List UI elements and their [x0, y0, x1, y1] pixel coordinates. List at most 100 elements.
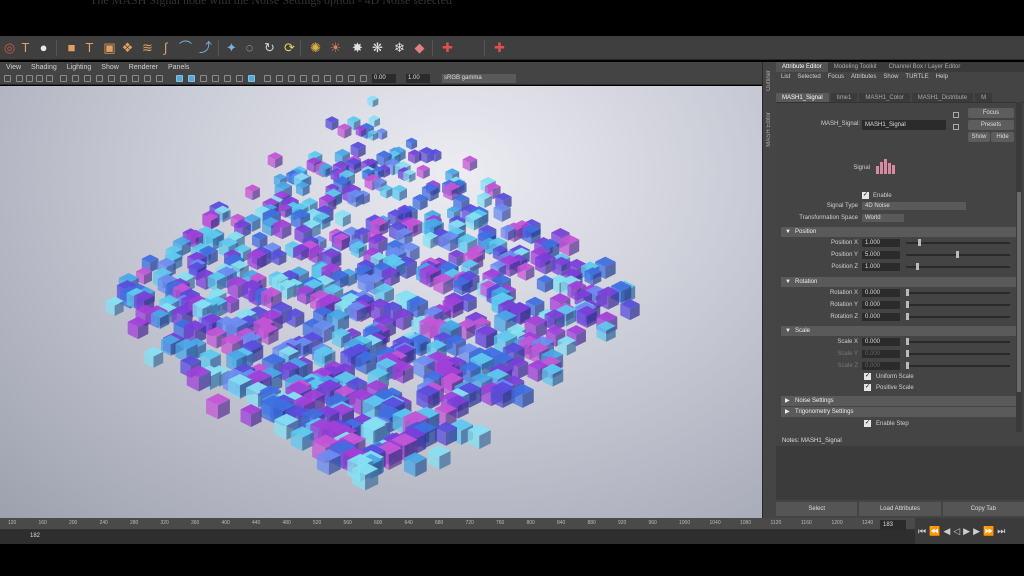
attr-field[interactable]: 0.000 — [862, 289, 900, 297]
attr-slider[interactable] — [906, 292, 1010, 294]
timeline-ruler[interactable]: 120 160 200 240 280 320 360 400 440 480 520 560 600 6… — [0, 518, 915, 530]
viewport-tool-icon[interactable] — [264, 75, 271, 82]
tool-icon[interactable]: ✦ — [224, 40, 239, 55]
viewport-tool-icon[interactable] — [312, 75, 319, 82]
slider-handle[interactable] — [918, 239, 922, 246]
rotation-section[interactable]: ▼ Rotation — [781, 277, 1016, 287]
step-back-icon[interactable]: ◀ — [943, 526, 950, 537]
step-back-key-icon[interactable]: ⏪ — [929, 526, 940, 537]
viewport-tool-icon[interactable] — [188, 75, 195, 82]
menu-selected[interactable]: Selected — [797, 72, 820, 83]
range-slider[interactable]: 182 — [0, 530, 915, 544]
select-button[interactable]: Select — [776, 502, 858, 516]
viewport-tool-icon[interactable] — [288, 75, 295, 82]
text-tool-icon[interactable]: T — [82, 40, 97, 55]
viewport-tool-icon[interactable] — [72, 75, 79, 82]
viewport-tool-icon[interactable] — [144, 75, 151, 82]
flake-icon[interactable]: ❄ — [392, 40, 407, 55]
menu-turtle[interactable]: TURTLE — [905, 72, 928, 83]
sphere-icon[interactable]: ● — [36, 40, 51, 55]
attr-field[interactable]: 0.000 — [862, 301, 900, 309]
positive-scale-checkbox[interactable]: ✓ — [864, 384, 871, 391]
viewport-tool-icon[interactable] — [60, 75, 67, 82]
viewport-tool-icon[interactable] — [108, 75, 115, 82]
focus-button[interactable]: Focus — [968, 108, 1014, 118]
enable-step-checkbox[interactable]: ✓ — [864, 420, 871, 427]
spark-icon[interactable]: ❋ — [370, 40, 385, 55]
viewport-tool-icon[interactable] — [324, 75, 331, 82]
slider-handle[interactable] — [906, 338, 909, 345]
attr-field[interactable]: 1.000 — [862, 263, 900, 271]
light-icon[interactable]: ✺ — [308, 40, 323, 55]
attr-slider[interactable] — [906, 316, 1010, 318]
transform-space-dropdown[interactable]: World — [862, 214, 904, 222]
attr-field[interactable]: 0.000 — [862, 350, 900, 358]
curve-icon[interactable]: ⌒ — [178, 40, 193, 55]
go-to-end-icon[interactable]: ⏭ — [997, 526, 1005, 537]
color-space-dropdown[interactable]: sRGB gamma — [442, 74, 516, 83]
slider-handle[interactable] — [906, 313, 909, 320]
viewport-tool-icon[interactable] — [16, 75, 23, 82]
slider-handle[interactable] — [906, 362, 909, 369]
loop-icon[interactable]: ↻ — [262, 40, 277, 55]
box-icon[interactable]: ▣ — [102, 40, 117, 55]
viewport-tool-icon[interactable] — [156, 75, 163, 82]
attr-slider[interactable] — [906, 242, 1010, 244]
current-frame-field[interactable]: 183 — [880, 520, 906, 530]
viewport-tool-icon[interactable] — [84, 75, 91, 82]
torus-icon[interactable]: ◎ — [2, 40, 17, 55]
viewport-tool-icon[interactable] — [248, 75, 255, 82]
attr-field[interactable]: 0.000 — [862, 338, 900, 346]
menu-renderer[interactable]: Renderer — [129, 62, 158, 73]
enable-checkbox[interactable]: ✓ — [862, 192, 869, 199]
noise-settings-section[interactable]: ▶ Noise Settings — [781, 396, 1016, 406]
attr-slider[interactable] — [906, 266, 1010, 268]
viewport-tool-icon[interactable] — [4, 75, 11, 82]
viewport-tool-icon[interactable] — [348, 75, 355, 82]
play-forward-icon[interactable]: ▶ — [963, 526, 970, 537]
outliner-tab[interactable]: Outliner — [766, 70, 772, 91]
tab-modeling-toolkit[interactable]: Modeling Toolkit — [828, 62, 883, 72]
scale-section[interactable]: ▼ Scale — [781, 326, 1016, 336]
slider-handle[interactable] — [916, 263, 920, 270]
gamma-field[interactable]: 1.00 — [406, 74, 430, 83]
viewport-tool-icon[interactable] — [336, 75, 343, 82]
pipe-icon[interactable]: ∫ — [158, 40, 173, 55]
viewport-tool-icon[interactable] — [132, 75, 139, 82]
viewport-tool-icon[interactable] — [200, 75, 207, 82]
viewport-tool-icon[interactable] — [26, 75, 33, 82]
panel-scrollbar[interactable] — [1016, 102, 1022, 432]
bag-icon[interactable]: ✚ — [440, 40, 455, 55]
viewport-tool-icon[interactable] — [224, 75, 231, 82]
viewport-tool-icon[interactable] — [212, 75, 219, 82]
load-attributes-button[interactable]: Load Attributes — [859, 502, 941, 516]
stack-icon[interactable]: ≋ — [140, 40, 155, 55]
menu-panels[interactable]: Panels — [168, 62, 189, 73]
viewport-tool-icon[interactable] — [96, 75, 103, 82]
attr-field[interactable]: 1.000 — [862, 239, 900, 247]
cube-icon[interactable]: ■ — [64, 40, 79, 55]
node-tab-distribute[interactable]: MASH1_Distribute — [911, 93, 974, 102]
select-node-icon[interactable] — [953, 112, 959, 118]
trigonometry-section[interactable]: ▶ Trigonometry Settings — [781, 407, 1016, 417]
attr-field[interactable]: 0.000 — [862, 313, 900, 321]
viewport-tool-icon[interactable] — [360, 75, 367, 82]
ring-icon[interactable]: ◌ — [242, 40, 257, 55]
play-backward-icon[interactable]: ◁ — [953, 526, 960, 537]
menu-view[interactable]: View — [6, 62, 21, 73]
slider-handle[interactable] — [906, 301, 909, 308]
gem-icon[interactable]: ◆ — [412, 40, 427, 55]
node-tab-color[interactable]: MASH1_Color — [859, 93, 910, 102]
node-tab-signal[interactable]: MASH1_Signal — [776, 93, 829, 102]
viewport-tool-icon[interactable] — [36, 75, 43, 82]
viewport-tool-icon[interactable] — [276, 75, 283, 82]
slider-handle[interactable] — [955, 251, 959, 258]
go-to-start-icon[interactable]: ⏮ — [918, 526, 926, 537]
attr-slider[interactable] — [906, 353, 1010, 355]
menu-lighting[interactable]: Lighting — [67, 62, 92, 73]
presets-button[interactable]: Presets — [968, 120, 1014, 130]
slider-handle[interactable] — [906, 289, 909, 296]
show-button[interactable]: Show — [968, 132, 990, 142]
menu-help[interactable]: Help — [936, 72, 948, 83]
menu-focus[interactable]: Focus — [828, 72, 844, 83]
